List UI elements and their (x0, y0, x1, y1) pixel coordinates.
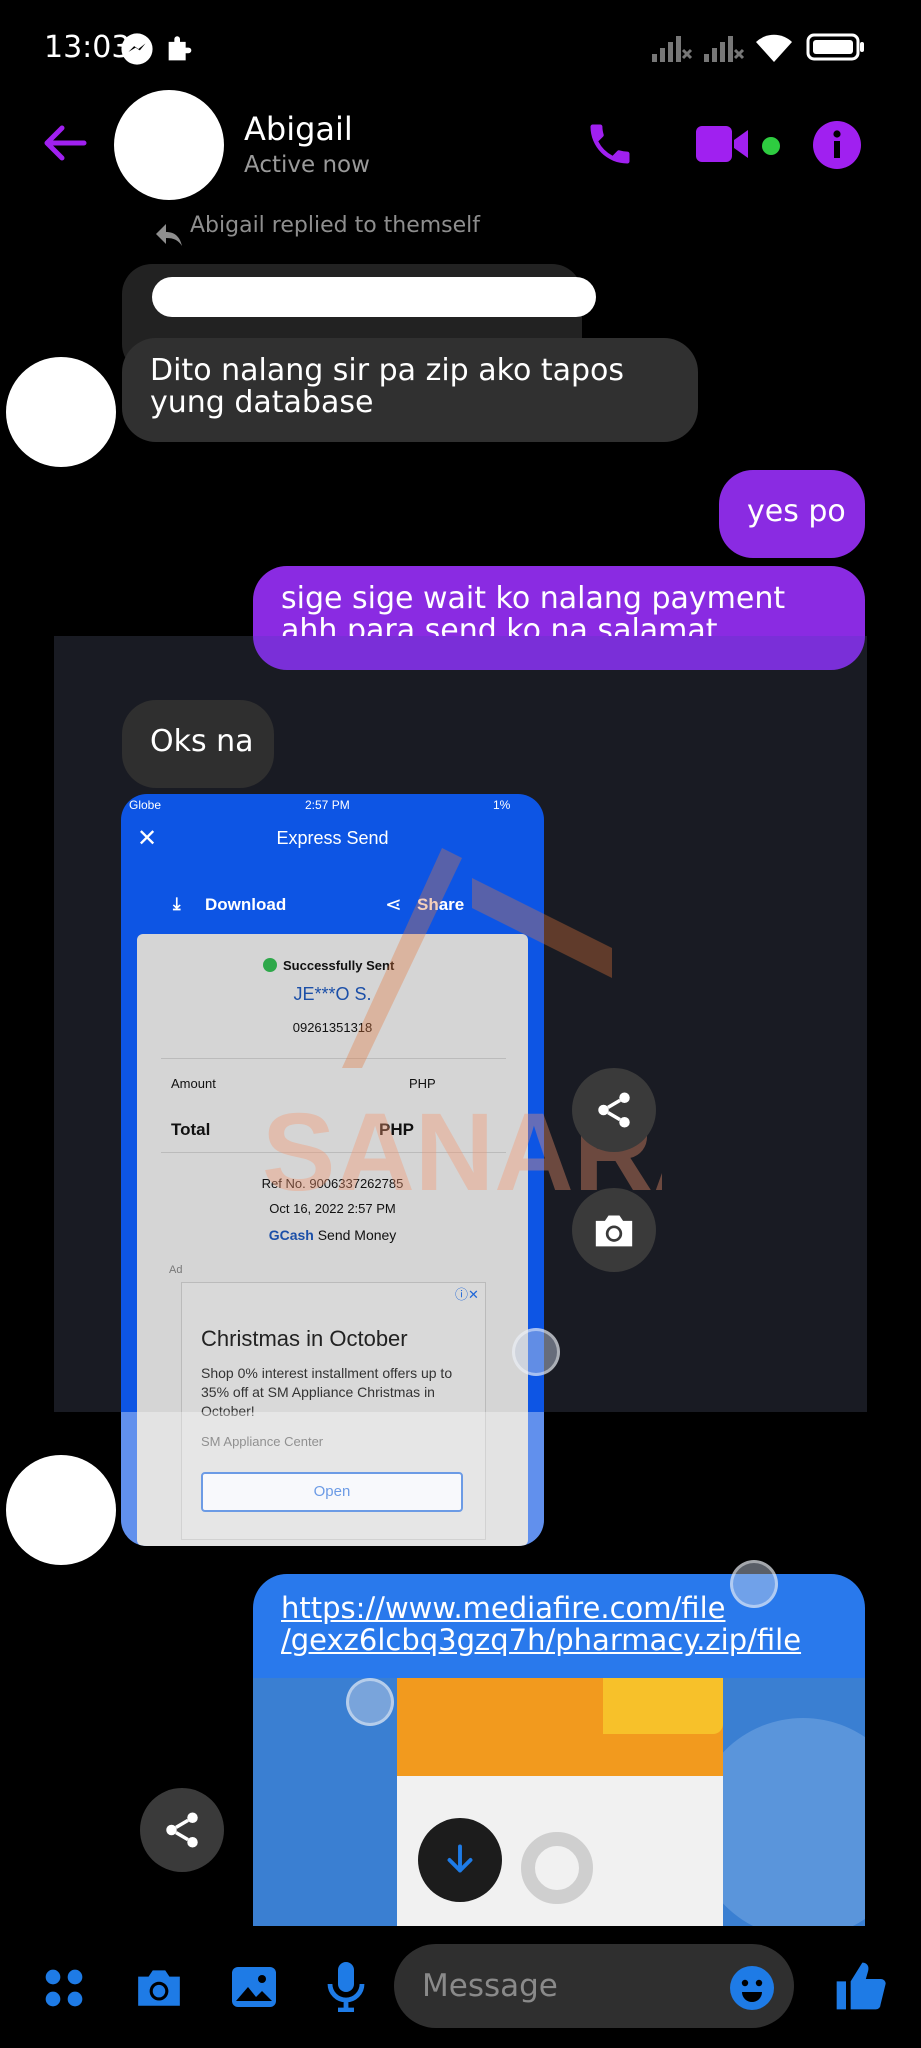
message-bubble-tail (253, 636, 865, 670)
link-url-line2: /gexz6lcbq3gzq7h/pharmacy.zip/file (281, 1623, 802, 1657)
contact-status: Active now (244, 152, 370, 178)
signal-1-icon (652, 36, 693, 62)
message-placeholder: Message (422, 1968, 558, 2004)
phone-call-icon[interactable] (584, 118, 636, 170)
shot-download-icon: ⤓ (173, 894, 181, 913)
scroll-to-bottom-button[interactable] (418, 1818, 502, 1902)
camera-icon (595, 1215, 633, 1247)
share-link-button[interactable] (140, 1788, 224, 1872)
shot-time: 2:57 PM (305, 798, 350, 812)
signal-2-icon (704, 36, 745, 62)
video-call-icon[interactable] (694, 122, 754, 166)
shot-carrier: Globe (129, 798, 162, 812)
message-bubble-outgoing[interactable]: yes po (719, 470, 865, 558)
reply-note: Abigail replied to themself (190, 213, 481, 238)
gallery-icon[interactable] (230, 1964, 278, 2010)
wifi-icon (756, 34, 792, 62)
shot-amount-label: Amount (171, 1076, 216, 1091)
share-image-button[interactable] (572, 1068, 656, 1152)
gcash-logo-text: GCash (268, 1227, 314, 1243)
link-url[interactable]: https://www.mediafire.com/file /gexz6lcb… (281, 1592, 801, 1656)
share-icon (166, 1812, 198, 1848)
message-text: Oks na (150, 724, 254, 759)
shot-battery: 1% (493, 798, 511, 812)
status-time: 13:03 (44, 30, 131, 65)
file-icon-fold (603, 1678, 723, 1734)
arrow-down-icon (447, 1844, 473, 1873)
shot-ad-label: Ad (169, 1264, 183, 1276)
share-icon (598, 1092, 630, 1128)
contact-name[interactable]: Abigail (244, 110, 353, 148)
thumbs-up-icon[interactable] (832, 1958, 888, 2014)
contact-avatar[interactable] (114, 90, 224, 200)
shot-brand-line: GCash Send Money (121, 1227, 544, 1243)
messenger-notification-icon (121, 33, 153, 65)
shot-overlay-lower (121, 1412, 544, 1546)
message-bubble-incoming[interactable]: Dito nalang sir pa zip ako tapos yung da… (122, 338, 698, 442)
save-image-button[interactable] (572, 1188, 656, 1272)
contact-avatar-small (6, 357, 116, 467)
link-url-line1: https://www.mediafire.com/file (281, 1591, 726, 1625)
touch-indicator (346, 1678, 394, 1726)
reply-icon (156, 224, 182, 246)
touch-indicator (730, 1560, 778, 1608)
contact-avatar-small (6, 1455, 116, 1565)
file-zip-icon (521, 1832, 593, 1904)
message-text: Dito nalang sir pa zip ako tapos yung da… (150, 353, 625, 420)
battery-icon (806, 33, 864, 61)
touch-indicator (512, 1328, 560, 1376)
shot-ad-title: Christmas in October (201, 1326, 408, 1351)
link-preview-image (253, 1678, 865, 1926)
microphone-icon[interactable] (326, 1960, 366, 2012)
shot-brand-suffix: Send Money (313, 1227, 397, 1243)
apps-icon[interactable] (42, 1966, 86, 2010)
info-icon[interactable] (812, 120, 862, 170)
link-preview-card[interactable]: https://www.mediafire.com/file /gexz6lcb… (253, 1574, 865, 1926)
shot-ad-info-icon: ⓘ✕ (455, 1287, 479, 1302)
shot-date: Oct 16, 2022 2:57 PM (269, 1201, 396, 1216)
puzzle-notification-icon (168, 36, 192, 61)
quoted-redaction (152, 277, 596, 317)
shot-total-label: Total (171, 1120, 211, 1139)
camera-icon[interactable] (134, 1964, 184, 2010)
back-arrow-icon[interactable] (40, 118, 90, 168)
message-bubble-incoming[interactable]: Oks na (122, 700, 274, 788)
online-dot (762, 137, 780, 155)
message-text: yes po (747, 494, 846, 529)
emoji-icon[interactable] (728, 1964, 776, 2012)
